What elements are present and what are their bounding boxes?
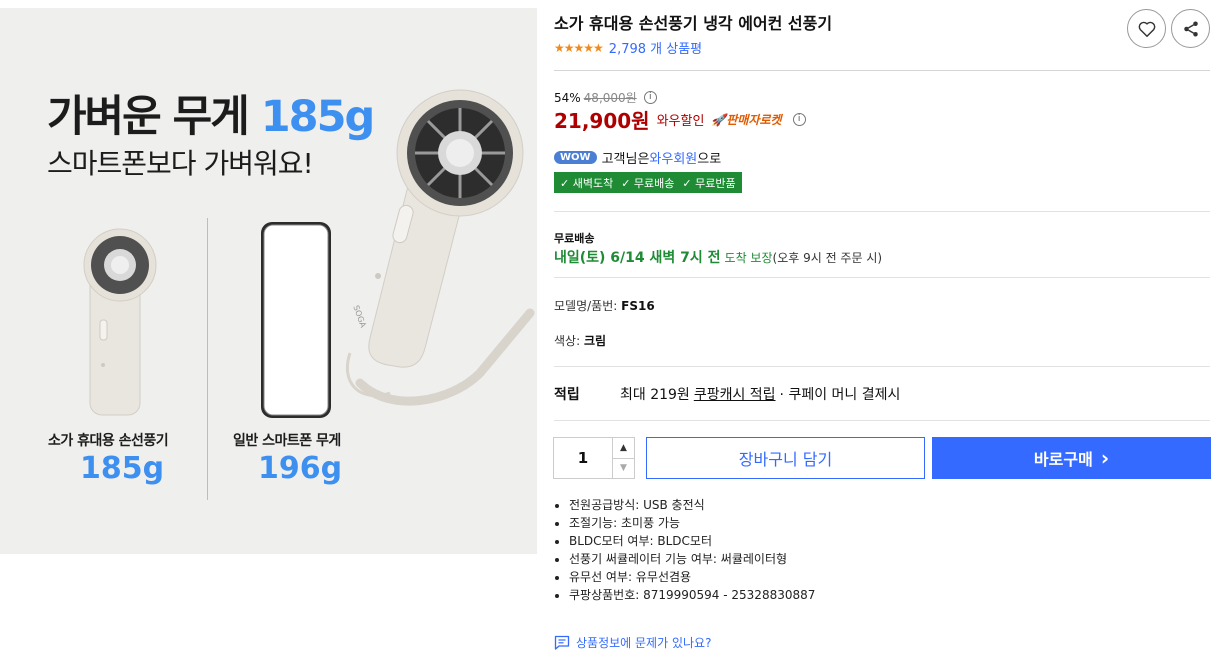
right-weight: 196g bbox=[258, 451, 343, 486]
message-icon bbox=[554, 635, 570, 650]
buy-label: 바로구매 bbox=[1033, 450, 1093, 469]
list-item: BLDC모터 여부: BLDC모터 bbox=[569, 532, 815, 550]
discount-rate: 54% bbox=[554, 90, 581, 105]
wow-member-row: WOW 고객님은 와우회원 으로 bbox=[554, 148, 721, 167]
benefit-dawn-delivery: ✓ 새벽도착 bbox=[560, 176, 614, 190]
wishlist-button[interactable] bbox=[1127, 9, 1166, 48]
left-weight: 185g bbox=[80, 451, 165, 486]
image-divider bbox=[207, 218, 208, 500]
quantity-arrows: ▲ ▼ bbox=[612, 438, 634, 478]
list-item: 유무선 여부: 유무선겸용 bbox=[569, 568, 815, 586]
review-count-link[interactable]: 2,798 개 상품평 bbox=[609, 38, 702, 57]
rating-stars: ★★★★★ bbox=[554, 40, 604, 55]
cart-label: 장바구니 담기 bbox=[738, 450, 833, 469]
rating-row[interactable]: ★★★★★ 2,798 개 상품평 bbox=[554, 38, 702, 58]
model-label: 모델명/품번: bbox=[554, 299, 618, 313]
benefit-free-shipping: ✓ 무료배송 bbox=[621, 176, 675, 190]
product-attributes: 전원공급방식: USB 충전식 조절기능: 초미풍 가능 BLDC모터 여부: … bbox=[569, 496, 815, 604]
reward-label: 적립 bbox=[554, 387, 580, 403]
chevron-right-icon: › bbox=[1100, 446, 1110, 470]
original-price: 48,000원 bbox=[583, 91, 637, 105]
benefit-free-return: ✓ 무료반품 bbox=[682, 176, 736, 190]
wow-benefits-bar: ✓ 새벽도착 ✓ 무료배송 ✓ 무료반품 bbox=[554, 172, 742, 193]
image-headline-text: 가벼운 무게 bbox=[47, 92, 250, 142]
sale-price: 21,900원 bbox=[554, 109, 650, 133]
report-label: 상품정보에 문제가 있나요? bbox=[576, 636, 712, 650]
increment-button[interactable]: ▲ bbox=[613, 438, 634, 458]
price-row: 21,900원 와우할인 🚀판매자로켓 i bbox=[554, 105, 806, 134]
wow-member-link[interactable]: 와우회원 bbox=[649, 148, 697, 167]
quantity-input[interactable]: 1 bbox=[554, 438, 612, 478]
color-label: 색상: bbox=[554, 334, 581, 348]
reward-max: 최대 219원 bbox=[620, 387, 690, 403]
delivery-note: (오후 9시 전 주문 시) bbox=[772, 251, 883, 265]
smartphone-illustration bbox=[261, 222, 331, 418]
share-icon bbox=[1183, 21, 1198, 36]
delivery-guarantee: 도착 보장 bbox=[724, 251, 773, 265]
product-detail-page: 가벼운 무게 185g 스마트폰보다 가벼워요! SOGA 소가 휴대용 손선풍… bbox=[0, 0, 1220, 671]
list-item: 조절기능: 초미풍 가능 bbox=[569, 514, 815, 532]
decrement-button[interactable]: ▼ bbox=[613, 457, 634, 479]
quantity-stepper[interactable]: 1 ▲ ▼ bbox=[553, 437, 635, 479]
image-headline: 가벼운 무게 185g bbox=[47, 82, 375, 144]
add-to-cart-button[interactable]: 장바구니 담기 bbox=[646, 437, 925, 479]
right-caption: 일반 스마트폰 무게 bbox=[233, 433, 341, 449]
fan-illustration bbox=[345, 89, 535, 406]
section-divider bbox=[554, 277, 1210, 278]
section-divider bbox=[554, 420, 1210, 421]
model-row: 모델명/품번: FS16 bbox=[554, 297, 655, 314]
shipping-row: 내일(토) 6/14 새벽 7시 전 도착 보장 (오후 9시 전 주문 시) bbox=[554, 247, 882, 267]
list-item: 쿠팡상품번호: 8719990594 - 25328830887 bbox=[569, 586, 815, 604]
title-divider bbox=[554, 70, 1210, 71]
buy-now-button[interactable]: 바로구매 › bbox=[932, 437, 1211, 479]
reward-row: 적립 최대 219원 쿠팡캐시 적립 · 쿠페이 머니 결제시 bbox=[554, 384, 900, 404]
list-item: 전원공급방식: USB 충전식 bbox=[569, 496, 815, 514]
info-icon[interactable]: i bbox=[643, 91, 657, 104]
model-value: FS16 bbox=[621, 299, 655, 313]
shipping-label: 무료배송 bbox=[554, 232, 595, 245]
small-fan-illustration bbox=[83, 228, 157, 416]
delivery-date: 내일(토) 6/14 새벽 7시 전 bbox=[554, 250, 721, 266]
share-button[interactable] bbox=[1171, 9, 1210, 48]
discount-row: 54% 48,000원 i bbox=[554, 89, 657, 106]
heart-icon bbox=[1138, 21, 1155, 37]
report-issue-link[interactable]: 상품정보에 문제가 있나요? bbox=[554, 634, 711, 651]
product-image[interactable]: 가벼운 무게 185g 스마트폰보다 가벼워요! SOGA 소가 휴대용 손선풍… bbox=[0, 8, 537, 554]
wow-discount-label: 와우할인 bbox=[656, 114, 705, 129]
seller-rocket-badge: 🚀판매자로켓 bbox=[711, 113, 782, 127]
wow-prefix: 고객님은 bbox=[601, 152, 650, 167]
wow-suffix: 으로 bbox=[697, 152, 722, 167]
image-subline: 스마트폰보다 가벼워요! bbox=[47, 147, 314, 180]
left-caption: 소가 휴대용 손선풍기 bbox=[48, 433, 169, 449]
coupang-cash-link[interactable]: 쿠팡캐시 적립 bbox=[694, 384, 776, 404]
section-divider bbox=[554, 366, 1210, 367]
color-value: 크림 bbox=[583, 334, 607, 348]
reward-suffix: · 쿠페이 머니 결제시 bbox=[779, 387, 901, 403]
list-item: 선풍기 써큘레이터 기능 여부: 써큘레이터형 bbox=[569, 550, 815, 568]
product-title: 소가 휴대용 손선풍기 냉각 에어컨 선풍기 bbox=[554, 14, 833, 33]
color-row: 색상: 크림 bbox=[554, 332, 606, 349]
wow-badge: WOW bbox=[554, 151, 597, 164]
info-icon[interactable]: i bbox=[792, 113, 806, 126]
section-divider bbox=[554, 211, 1210, 212]
